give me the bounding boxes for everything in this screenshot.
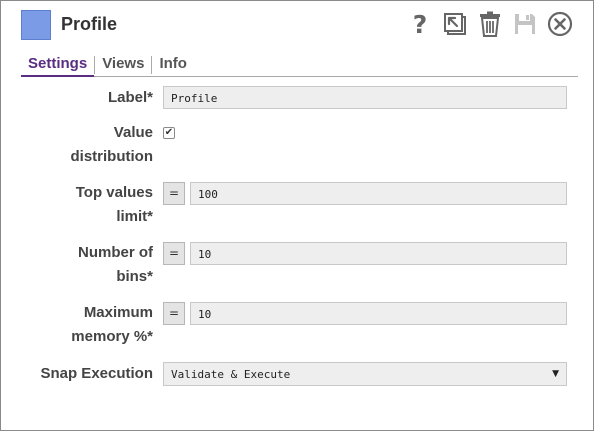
snap-execution-value: Validate & Execute: [171, 368, 291, 381]
top-values-limit-label-line2: limit*: [116, 208, 153, 225]
max-memory-label-line2: memory %*: [71, 328, 153, 345]
tab-bar: Settings Views Info: [21, 53, 578, 77]
dropdown-arrow-icon: ▼: [552, 369, 559, 379]
delete-icon: [478, 11, 502, 37]
tab-settings[interactable]: Settings: [21, 53, 95, 77]
max-memory-expression-toggle[interactable]: =: [163, 302, 185, 325]
snap-execution-select[interactable]: Validate & Execute ▼: [163, 362, 567, 386]
snap-settings-dialog: Profile ? Settings Views Info Label* Pro…: [0, 0, 594, 431]
close-icon: [547, 11, 573, 37]
close-button[interactable]: [547, 10, 573, 38]
value-distribution-label-line2: distribution: [70, 148, 154, 165]
help-icon: ?: [412, 9, 428, 39]
snap-type-icon: [21, 10, 51, 40]
top-values-limit-label-line1: Top values: [75, 184, 153, 201]
number-of-bins-label-line1: Number of: [78, 244, 153, 261]
export-icon: [443, 12, 467, 36]
dialog-header: Profile ?: [1, 1, 593, 51]
value-distribution-checkbox[interactable]: ✔: [163, 127, 175, 139]
number-of-bins-input[interactable]: 10: [190, 242, 567, 265]
number-of-bins-expression-toggle[interactable]: =: [163, 242, 185, 265]
label-field-label: Label*: [107, 89, 153, 106]
check-icon: ✔: [164, 127, 174, 138]
label-input[interactable]: Profile: [163, 86, 567, 109]
tab-views[interactable]: Views: [95, 53, 151, 76]
delete-button[interactable]: [477, 10, 503, 38]
max-memory-input[interactable]: 10: [190, 302, 567, 325]
value-distribution-label-line1: Value: [113, 124, 153, 141]
save-button[interactable]: [512, 10, 538, 38]
export-button[interactable]: [442, 10, 468, 38]
max-memory-label-line1: Maximum: [83, 304, 153, 321]
help-button[interactable]: ?: [407, 10, 433, 38]
snap-execution-label: Snap Execution: [40, 365, 153, 382]
save-icon: [513, 12, 537, 36]
top-values-limit-expression-toggle[interactable]: =: [163, 182, 185, 205]
page-title: Profile: [61, 14, 118, 34]
number-of-bins-label-line2: bins*: [116, 268, 153, 285]
top-values-limit-input[interactable]: 100: [190, 182, 567, 205]
tab-info[interactable]: Info: [152, 53, 194, 76]
toolbar: ?: [407, 9, 573, 39]
